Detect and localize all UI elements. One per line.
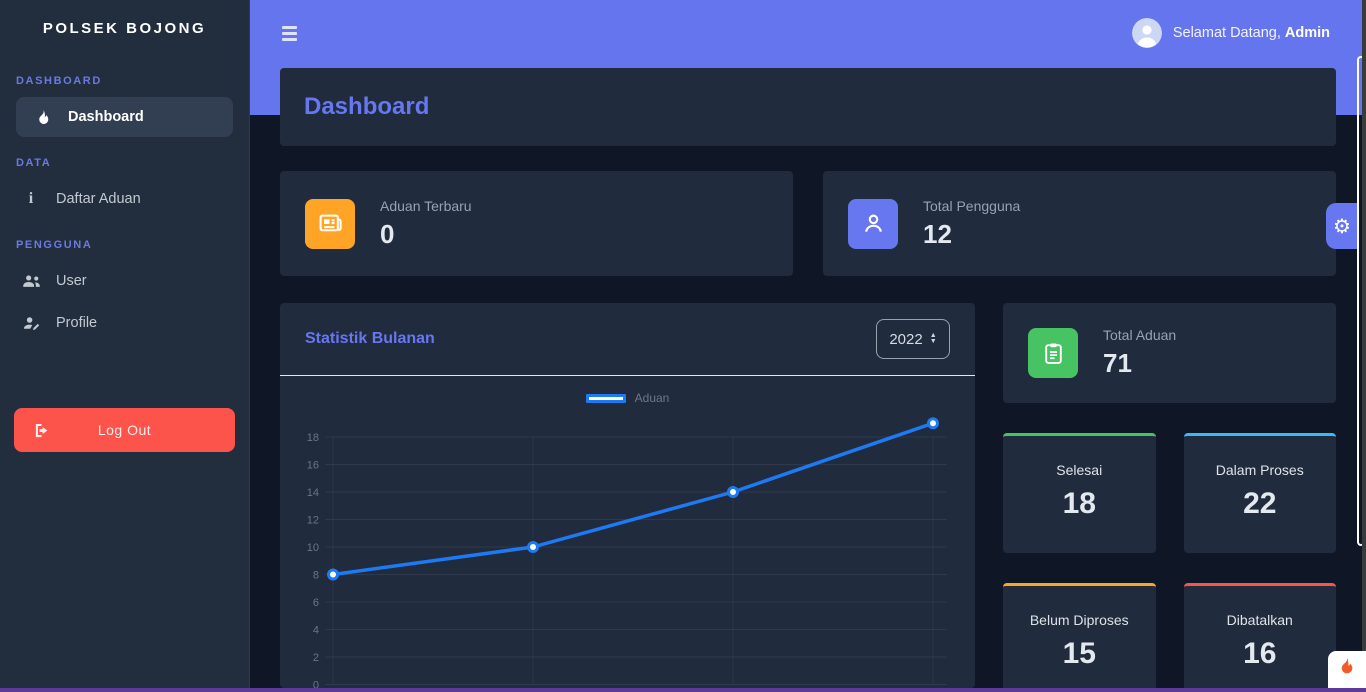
status-card-belum-diproses: Belum Diproses 15 <box>1003 583 1156 692</box>
user-icon <box>848 198 898 249</box>
svg-text:16: 16 <box>307 460 319 472</box>
content: Dashboard Aduan Terbaru 0 Total Pengguna… <box>250 68 1366 692</box>
year-select[interactable]: 2022 ▲ ▼ <box>876 319 950 359</box>
hamburger-icon[interactable] <box>282 26 297 44</box>
sidebar-item-label: Dashboard <box>68 109 144 125</box>
total-aduan-card: Total Aduan 71 <box>1003 303 1336 403</box>
status-label: Belum Diproses <box>1029 612 1129 628</box>
chart-header: Statistik Bulanan 2022 ▲ ▼ <box>280 303 975 376</box>
sidebar-section-pengguna: PENGGUNA <box>16 239 93 251</box>
debug-toolbar-bar <box>0 688 1366 692</box>
content-row: Statistik Bulanan 2022 ▲ ▼ Aduan 18 16 14 12… <box>280 303 1336 692</box>
sign-out-icon <box>34 423 49 438</box>
sidebar-item-dashboard[interactable]: Dashboard <box>16 97 233 137</box>
window-edge <box>1362 0 1366 692</box>
status-grid: Selesai 18 Dalam Proses 22 Belum Diprose… <box>1003 433 1336 692</box>
main-area: Selamat Datang, Admin Dashboard Aduan Te <box>250 0 1366 692</box>
status-value: 18 <box>1062 487 1096 520</box>
sidebar-item-label: Daftar Aduan <box>56 191 141 207</box>
sidebar: POLSEK BOJONG DASHBOARD Dashboard DATA i… <box>0 0 250 692</box>
svg-text:4: 4 <box>313 625 319 637</box>
status-label: Dalam Proses <box>1215 462 1304 478</box>
line-chart: 18 16 14 12 10 8 6 4 2 0 <box>307 417 947 689</box>
debug-toolbar-button[interactable] <box>1328 651 1366 688</box>
stat-label: Aduan Terbaru <box>380 197 472 214</box>
status-card-dibatalkan: Dibatalkan 16 <box>1183 583 1336 692</box>
sidebar-section-data: DATA <box>16 157 52 169</box>
sidebar-item-user[interactable]: User <box>0 261 249 301</box>
svg-text:18: 18 <box>307 432 319 444</box>
users-icon <box>20 274 42 288</box>
stat-label: Total Pengguna <box>923 197 1021 214</box>
svg-text:2: 2 <box>313 652 319 664</box>
chart-legend: Aduan <box>305 390 950 406</box>
stat-value: 71 <box>1103 348 1132 378</box>
svg-text:10: 10 <box>307 542 319 554</box>
select-arrows-icon: ▲ ▼ <box>929 332 937 345</box>
sidebar-item-daftar-aduan[interactable]: i Daftar Aduan <box>0 179 249 219</box>
legend-label: Aduan <box>634 391 670 405</box>
brand-title: POLSEK BOJONG <box>42 20 207 37</box>
stat-card-total-pengguna: Total Pengguna 12 <box>823 171 1336 276</box>
chart-title: Statistik Bulanan <box>305 330 435 347</box>
user-edit-icon <box>20 316 42 330</box>
svg-text:12: 12 <box>307 515 319 527</box>
monthly-statistics-card: Statistik Bulanan 2022 ▲ ▼ Aduan 18 16 14 12… <box>280 303 975 688</box>
status-value: 22 <box>1243 487 1277 520</box>
clipboard-icon <box>1028 328 1078 378</box>
status-label: Dibatalkan <box>1226 612 1293 628</box>
person-avatar-icon <box>1131 18 1162 48</box>
welcome-text: Selamat Datang, Admin <box>1172 25 1330 41</box>
stat-label: Total Aduan <box>1103 327 1177 343</box>
chart-body: Aduan 18 16 14 12 10 8 6 4 2 0 <box>280 376 975 688</box>
logout-button[interactable]: Log Out <box>14 408 235 452</box>
settings-button[interactable]: ⚙ <box>1326 203 1358 249</box>
stat-value: 12 <box>923 218 952 249</box>
status-card-dalam-proses: Dalam Proses 22 <box>1183 433 1336 553</box>
sidebar-item-label: User <box>56 273 87 289</box>
sidebar-section-dashboard: DASHBOARD <box>16 75 102 87</box>
gear-icon: ⚙ <box>1333 215 1351 238</box>
status-card-selesai: Selesai 18 <box>1003 433 1156 553</box>
newspaper-icon <box>305 198 355 249</box>
year-select-value: 2022 <box>889 330 923 348</box>
user-menu[interactable]: Selamat Datang, Admin <box>1131 18 1330 48</box>
stat-card-aduan-terbaru: Aduan Terbaru 0 <box>280 171 793 276</box>
username: Admin <box>1284 25 1330 41</box>
page-title: Dashboard <box>304 93 430 120</box>
svg-text:6: 6 <box>313 597 319 609</box>
summary-column: Total Aduan 71 Selesai 18 Dalam Proses 2… <box>1003 303 1336 692</box>
svg-text:0: 0 <box>313 680 319 689</box>
legend-swatch-aduan <box>585 393 626 403</box>
stats-row: Aduan Terbaru 0 Total Pengguna 12 <box>280 171 1336 276</box>
fire-icon <box>32 109 54 125</box>
status-label: Selesai <box>1056 462 1103 478</box>
logout-label: Log Out <box>97 422 152 438</box>
info-icon: i <box>28 190 34 207</box>
status-value: 16 <box>1243 637 1277 670</box>
stat-value: 0 <box>380 218 395 249</box>
sidebar-item-profile[interactable]: Profile <box>0 303 249 343</box>
svg-text:8: 8 <box>313 570 319 582</box>
codeigniter-flame-icon <box>1336 656 1358 683</box>
page-title-card: Dashboard <box>280 68 1336 146</box>
svg-text:14: 14 <box>307 487 319 499</box>
sidebar-item-label: Profile <box>56 315 98 331</box>
status-value: 15 <box>1062 637 1096 670</box>
